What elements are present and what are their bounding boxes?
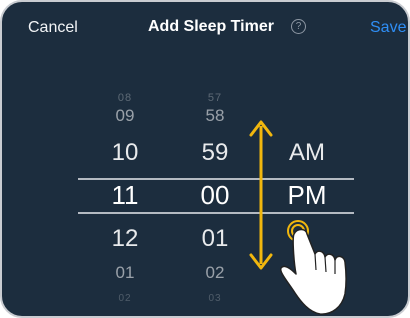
minute-option[interactable]: 57 — [185, 92, 245, 104]
minute-option[interactable]: 01 — [185, 225, 245, 253]
dialog-title: Add Sleep Timer — [148, 18, 274, 35]
hour-option[interactable]: 09 — [95, 106, 155, 126]
minute-option[interactable]: 58 — [185, 106, 245, 126]
selection-bottom-line — [78, 212, 354, 214]
hour-option[interactable]: 10 — [95, 139, 155, 167]
hour-option[interactable]: 12 — [95, 225, 155, 253]
hour-option[interactable]: 08 — [95, 92, 155, 104]
hour-option-selected[interactable]: 11 — [95, 180, 155, 211]
minute-option[interactable]: 02 — [185, 263, 245, 283]
hour-option[interactable]: 01 — [95, 263, 155, 283]
minute-option-selected[interactable]: 00 — [185, 180, 245, 211]
period-option[interactable]: AM — [272, 139, 342, 167]
sleep-timer-dialog: Cancel Add Sleep Timer ? Save 08 09 10 1… — [0, 0, 410, 318]
dialog-header: Cancel Add Sleep Timer ? Save — [2, 2, 408, 50]
hour-option[interactable]: 02 — [95, 293, 155, 304]
minute-option[interactable]: 59 — [185, 139, 245, 167]
save-button[interactable]: Save — [370, 19, 406, 37]
minute-option[interactable]: 03 — [185, 293, 245, 304]
cancel-button[interactable]: Cancel — [28, 19, 78, 37]
period-option-selected[interactable]: PM — [272, 180, 342, 211]
help-icon[interactable]: ? — [291, 19, 306, 34]
